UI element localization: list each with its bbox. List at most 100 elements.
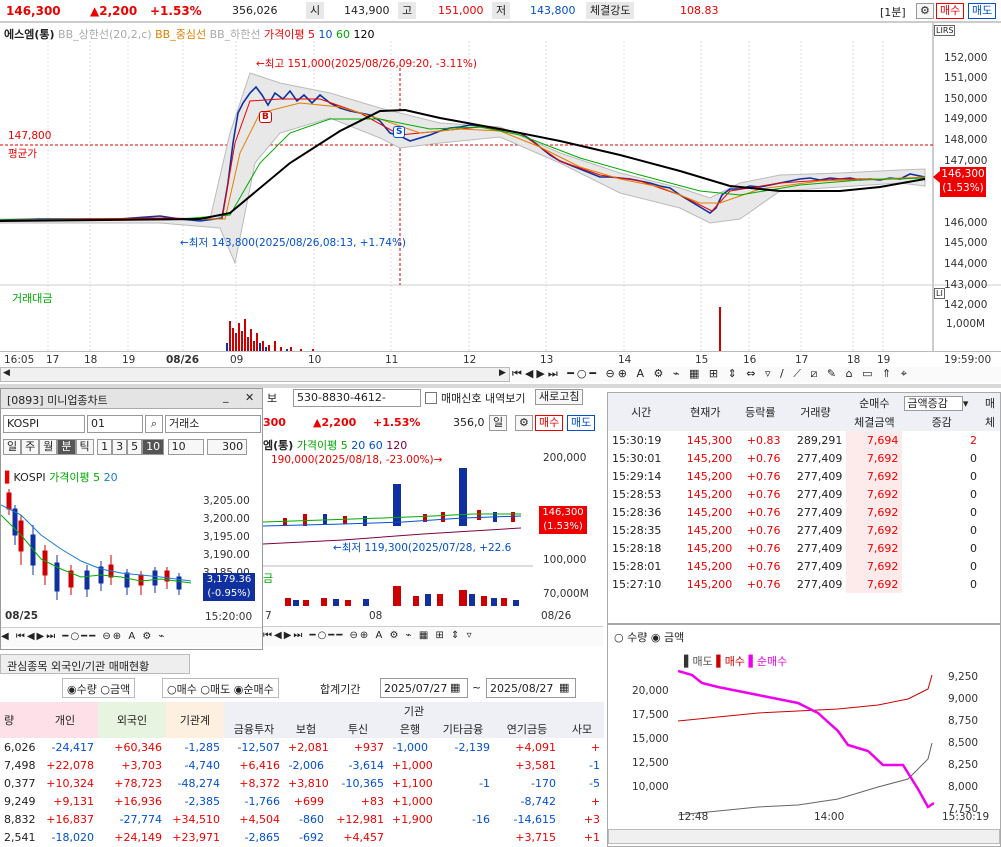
- x-tick: 11: [385, 354, 399, 366]
- count-input[interactable]: 300: [207, 439, 248, 455]
- window-minimize-icon[interactable]: _: [223, 390, 229, 403]
- refresh-button[interactable]: 새로고침: [535, 389, 584, 405]
- inv-cell: -170: [531, 776, 556, 790]
- daily-sell-button[interactable]: 매도: [567, 415, 596, 431]
- high-label: 고: [398, 2, 417, 19]
- daily-toolbar[interactable]: ⏮◀▶⏭ ━○━━ ⊖⊕ A ⚙ ⌁ ▦ ⊞ ⇕ ▿: [263, 626, 603, 646]
- main-scrollbar[interactable]: ◀ ▶: [0, 367, 510, 382]
- period-1[interactable]: 1: [97, 439, 113, 455]
- period-month[interactable]: 월: [39, 439, 58, 455]
- main-chart-toolbar[interactable]: ⏮◀▶⏭ ━○━ ⊖⊕ A ⚙ ⌁ ▦ ⊞ ⇕ ⇔ ▿ / ⟋ ⧄ ✎ ⌂ ▭ …: [512, 367, 1001, 382]
- search-icon[interactable]: ⌕: [145, 415, 163, 433]
- period-5[interactable]: 5: [127, 439, 143, 455]
- sell-button[interactable]: 매도: [968, 3, 997, 19]
- daily-low-note: ←최저 119,300(2025/07/28, +22.6: [333, 542, 512, 554]
- inv-cell: +3,581: [515, 758, 556, 772]
- tick-table: 시간 현재가 등락률 거래량 순매수 금액증감 ▾ 매 체결금액 증감 체 15:…: [608, 393, 1000, 593]
- strength-label: 체결강도: [586, 2, 635, 19]
- sell-signal-marker[interactable]: S: [393, 126, 406, 138]
- inv-cell: +2,081: [288, 740, 329, 754]
- inv-cell: -5: [589, 776, 601, 790]
- daily-tab[interactable]: 보: [267, 390, 277, 406]
- table-row[interactable]: 2,541 -18,020 +24,149 +23,971 -2,865 -692 +4,4…: [0, 828, 604, 846]
- flow-y-tick: 8,750: [948, 715, 979, 727]
- table-row[interactable]: 15:28:01 145,200 +0.76 277,409 7,692 0: [608, 557, 1000, 575]
- mini-index-window: [0893] 미니업종차트 _ ✕ KOSPI 01 ⌕ 거래소 일주월분틱 1…: [0, 388, 263, 650]
- settings-icon[interactable]: ⚙: [916, 3, 934, 19]
- inv-cell: -10,365: [341, 776, 384, 790]
- date-tilde: ~: [472, 681, 482, 694]
- tick-net-select[interactable]: 금액증감 ▾: [902, 393, 982, 412]
- period-week[interactable]: 주: [21, 439, 40, 455]
- daily-buy-button[interactable]: 매수: [535, 415, 564, 431]
- inv-header-trust: 투신: [328, 720, 388, 738]
- account-select[interactable]: 530-8830-4612-: [293, 389, 421, 407]
- period-value-select[interactable]: 10: [167, 439, 204, 455]
- table-row[interactable]: 15:28:35 145,200 +0.76 277,409 7,692 0: [608, 521, 1000, 539]
- period-day[interactable]: 일: [3, 439, 22, 455]
- flow-y-tick: 10,000: [632, 781, 669, 793]
- market-select[interactable]: 거래소: [165, 415, 261, 433]
- tick-header-last: 체: [981, 412, 1000, 431]
- table-row[interactable]: 6,026 -24,417 +60,346 -1,285 -12,507 +2,081 +9…: [0, 738, 604, 756]
- table-row[interactable]: 8,832 +16,837 -27,774 +34,510 +4,504 -860 +12,…: [0, 810, 604, 828]
- daily-settings-icon[interactable]: ⚙: [515, 415, 533, 431]
- flow-y-tick: 8,250: [948, 759, 979, 771]
- table-row[interactable]: 15:28:18 145,200 +0.76 277,409 7,692 0: [608, 539, 1000, 557]
- table-row[interactable]: 15:29:14 145,200 +0.76 277,409 7,692 0: [608, 467, 1000, 485]
- inv-cell: -2,865: [244, 830, 280, 844]
- mini-y-tick: 3,200.00: [203, 513, 250, 525]
- buy-button[interactable]: 매수: [936, 3, 965, 19]
- mini-toolbar[interactable]: ◀ ⏮◀▶⏭ ━○━━ ⊖⊕ A ⚙ ⌁: [1, 627, 262, 647]
- tick-rate: +0.76: [746, 487, 781, 501]
- investor-tab[interactable]: 관심종목 외국인/기관 매매현황: [0, 654, 190, 674]
- radio-quantity-label: 수량: [76, 683, 97, 696]
- radio-net[interactable]: ◉: [234, 683, 244, 696]
- period-3[interactable]: 3: [112, 439, 128, 455]
- interval-label[interactable]: [1분]: [880, 4, 906, 20]
- radio-amt[interactable]: ◉: [651, 631, 661, 644]
- signal-checkbox[interactable]: [425, 392, 437, 404]
- radio-buy[interactable]: ○: [167, 683, 177, 696]
- table-row[interactable]: 15:28:53 145,200 +0.76 277,409 7,692 0: [608, 485, 1000, 503]
- signal-label: 매매신호 내역보기: [441, 392, 526, 405]
- table-row[interactable]: 15:27:10 145,200 +0.76 277,409 7,692 0: [608, 575, 1000, 593]
- dropdown-chevron-icon[interactable]: ▾: [963, 397, 969, 410]
- calendar-icon[interactable]: ▦: [559, 681, 569, 694]
- table-row[interactable]: 15:30:19 145,300 +0.83 289,291 7,694 2: [608, 431, 1000, 449]
- table-row[interactable]: 9,249 +9,131 +16,936 -2,385 -1,766 +699 +83 +1,…: [0, 792, 604, 810]
- mini-y-tick: 3,205.00: [203, 495, 250, 507]
- scroll-left-icon[interactable]: ◀: [3, 368, 10, 378]
- table-row[interactable]: 0,377 +10,324 +78,723 -48,274 +8,372 +3,810 -1…: [0, 774, 604, 792]
- mini-title-bar: [0893] 미니업종차트 _ ✕: [1, 389, 262, 409]
- radio-amount[interactable]: ○: [100, 683, 110, 696]
- inv-header-volume: 량: [0, 702, 32, 738]
- radio-qty[interactable]: ○: [614, 631, 624, 644]
- table-row[interactable]: 15:30:01 145,200 +0.76 277,409 7,692 0: [608, 449, 1000, 467]
- daily-period-select[interactable]: 일: [489, 415, 508, 431]
- inv-cell: +3: [583, 812, 601, 826]
- window-close-icon[interactable]: ✕: [245, 391, 254, 404]
- inv-cell: +: [590, 740, 601, 754]
- period-10[interactable]: 10: [142, 439, 165, 455]
- mini-x-left: 08/25: [5, 610, 39, 622]
- period-minute[interactable]: 분: [57, 439, 76, 455]
- table-row[interactable]: 7,498 +22,078 +3,703 -4,740 +6,416 -2,006 -3,6…: [0, 756, 604, 774]
- flow-scrollbar[interactable]: [608, 829, 1000, 844]
- daily-pct: +1.53%: [373, 416, 421, 429]
- table-row[interactable]: 15:28:36 145,200 +0.76 277,409 7,692 0: [608, 503, 1000, 521]
- code-input[interactable]: 01: [87, 415, 143, 433]
- inv-cell: -16: [472, 812, 490, 826]
- daily-volume-tick: 70,000M: [543, 588, 589, 600]
- tick-header-amount: 체결금액: [846, 412, 903, 431]
- radio-quantity[interactable]: ◉: [67, 683, 77, 696]
- tick-volume: 277,409: [796, 469, 843, 483]
- index-select[interactable]: KOSPI: [3, 415, 85, 433]
- radio-sell[interactable]: ○: [200, 683, 210, 696]
- inv-cell: +4,504: [239, 812, 280, 826]
- buy-signal-marker[interactable]: B: [259, 111, 272, 123]
- calendar-icon[interactable]: ▦: [450, 681, 460, 694]
- flow-y-tick: 15,000: [632, 733, 669, 745]
- period-tick[interactable]: 틱: [75, 439, 94, 455]
- scroll-right-icon[interactable]: ▶: [499, 368, 506, 378]
